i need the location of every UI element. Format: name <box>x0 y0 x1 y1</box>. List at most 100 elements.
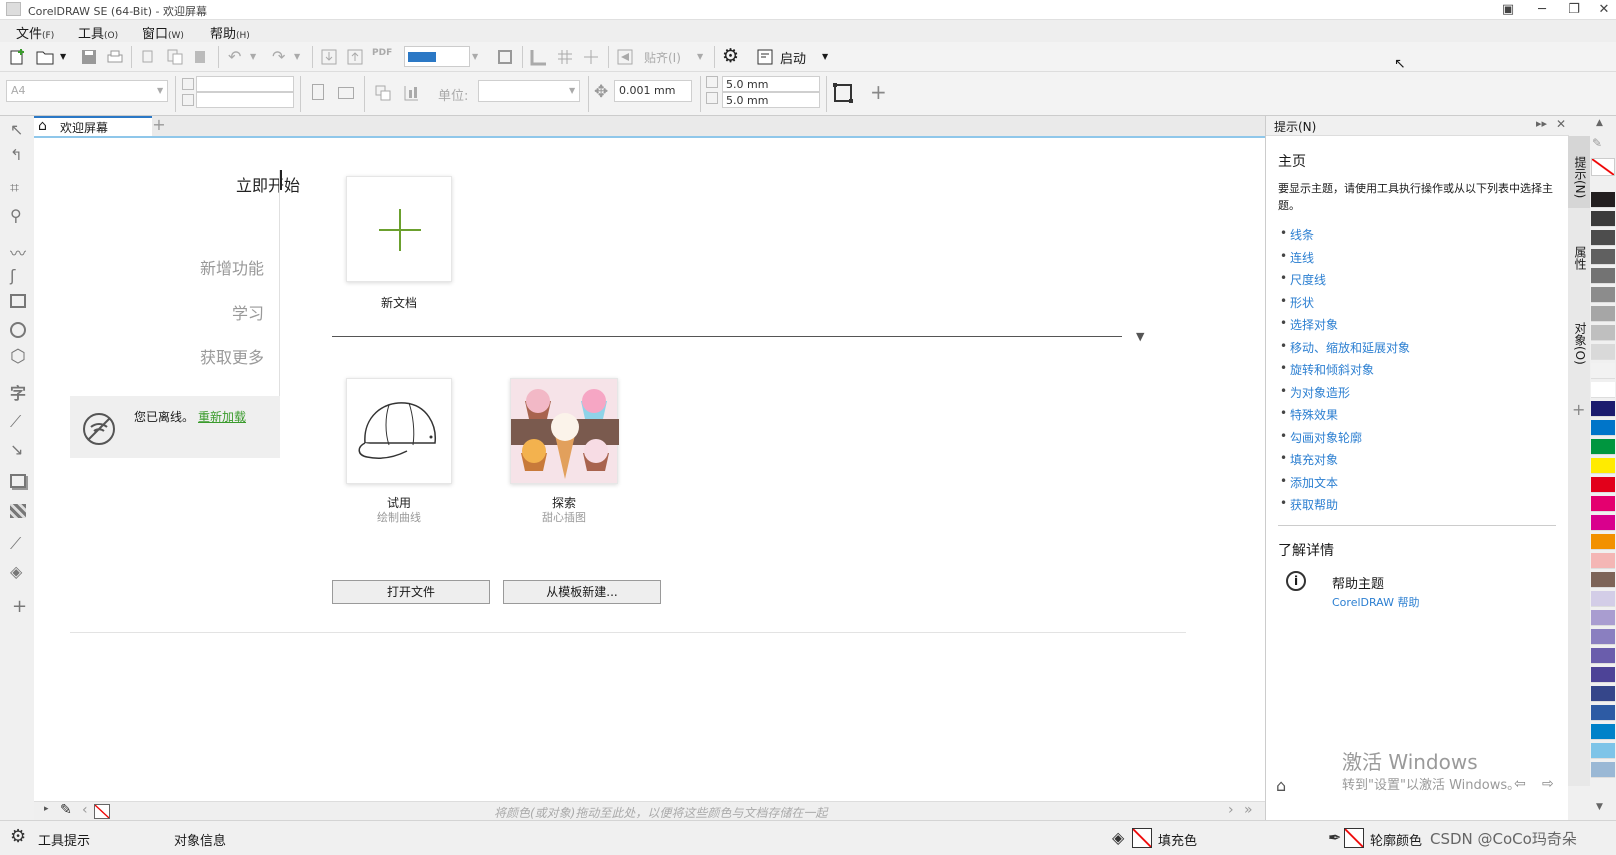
current-page-icon[interactable] <box>402 84 420 102</box>
docker-home-icon[interactable]: ⌂ <box>1276 776 1286 795</box>
rectangle-tool-icon[interactable] <box>10 294 26 308</box>
color-swatch[interactable] <box>1591 363 1615 379</box>
close-button[interactable]: ✕ <box>1588 0 1616 20</box>
show-grid-icon[interactable] <box>556 48 574 66</box>
expand-chevron-icon[interactable]: ▼ <box>1136 330 1144 343</box>
add-tool-icon[interactable]: + <box>12 596 27 617</box>
redo-dropdown-icon[interactable]: ▼ <box>294 52 300 61</box>
color-swatch[interactable] <box>1591 629 1615 645</box>
doc-no-color-swatch[interactable] <box>94 804 110 819</box>
portrait-icon[interactable] <box>312 84 324 100</box>
redo-icon[interactable]: ↷ <box>272 47 285 66</box>
user-icon[interactable]: ▣ <box>1492 0 1524 20</box>
help-link[interactable]: CorelDRAW 帮助 <box>1332 594 1419 610</box>
color-swatch[interactable] <box>1591 572 1615 588</box>
import-icon[interactable] <box>320 48 338 66</box>
outline-color-swatch[interactable] <box>1344 828 1364 848</box>
topic-link[interactable]: 形状 <box>1280 294 1314 311</box>
topic-link[interactable]: 尺度线 <box>1280 271 1326 288</box>
color-swatch[interactable] <box>1591 705 1615 721</box>
palette-scroll-down-icon[interactable]: ▼ <box>1596 802 1603 812</box>
menu-help[interactable]: 帮助(H) <box>210 23 250 42</box>
nav-get-more[interactable]: 获取更多 <box>64 344 264 368</box>
export-icon[interactable] <box>346 48 364 66</box>
tab-welcome-screen[interactable]: ⌂ 欢迎屏幕 <box>34 116 152 136</box>
explore-card[interactable] <box>510 378 619 484</box>
undo-dropdown-icon[interactable]: ▼ <box>250 52 256 61</box>
new-from-template-button[interactable]: 从模板新建... <box>503 580 661 604</box>
color-swatch[interactable] <box>1591 420 1615 436</box>
unit-select[interactable] <box>478 80 580 102</box>
color-swatch[interactable] <box>1591 686 1615 702</box>
color-swatch[interactable] <box>1591 192 1615 208</box>
shape-tool-icon[interactable]: ↰ <box>10 146 23 164</box>
text-tool-icon[interactable]: 字 <box>10 380 26 404</box>
menu-file[interactable]: 文件(F) <box>16 23 54 42</box>
topic-link[interactable]: 填充对象 <box>1280 451 1338 468</box>
color-swatch[interactable] <box>1591 610 1615 626</box>
options-gear-icon[interactable]: ⚙ <box>722 45 739 67</box>
doc-palette-left-icon[interactable]: ‹ <box>82 802 88 818</box>
palette-scroll-up-icon[interactable]: ▲ <box>1596 118 1603 128</box>
palette-expand-icon[interactable]: ▸ <box>44 804 49 814</box>
status-gear-icon[interactable]: ⚙ <box>10 826 26 847</box>
crop-tool-icon[interactable]: ⌗ <box>10 178 19 198</box>
page-width-field[interactable] <box>196 76 294 92</box>
cut-icon[interactable] <box>140 48 158 66</box>
page-size-select[interactable]: A4 <box>6 80 168 102</box>
menu-tools[interactable]: 工具(O) <box>78 23 118 42</box>
color-swatch[interactable] <box>1591 230 1615 246</box>
topic-link[interactable]: 添加文本 <box>1280 474 1338 491</box>
snap-dropdown-icon[interactable]: ▼ <box>697 52 703 61</box>
color-swatch[interactable] <box>1591 401 1615 417</box>
zoom-tool-icon[interactable]: ⚲ <box>10 206 22 225</box>
color-swatch[interactable] <box>1591 743 1615 759</box>
launch-menu[interactable]: 启动 <box>780 48 806 67</box>
doc-palette-eyedropper-icon[interactable]: ✎ <box>60 802 72 818</box>
topic-link[interactable]: 移动、缩放和延展对象 <box>1280 339 1410 356</box>
color-swatch[interactable] <box>1591 553 1615 569</box>
topic-link[interactable]: 选择对象 <box>1280 316 1338 333</box>
fill-tool-icon[interactable]: ◈ <box>10 562 22 581</box>
show-guidelines-icon[interactable] <box>582 48 600 66</box>
color-swatch[interactable] <box>1591 591 1615 607</box>
new-document-icon[interactable] <box>9 48 27 66</box>
transparency-tool-icon[interactable] <box>10 504 26 518</box>
dimension-tool-icon[interactable]: ⟋ <box>10 412 21 432</box>
unit-dropdown-icon[interactable]: ▼ <box>569 86 575 95</box>
full-screen-icon[interactable] <box>496 48 514 66</box>
duplicate-y-field[interactable]: 5.0 mm <box>722 92 820 108</box>
connector-tool-icon[interactable]: ↘ <box>10 440 23 459</box>
color-swatch[interactable] <box>1591 325 1615 341</box>
minimize-button[interactable]: ─ <box>1526 0 1558 20</box>
color-swatch[interactable] <box>1591 382 1615 398</box>
color-swatch[interactable] <box>1591 287 1615 303</box>
add-toolbar-item-icon[interactable]: + <box>870 80 887 104</box>
topic-link[interactable]: 线条 <box>1280 226 1314 243</box>
color-swatch[interactable] <box>1591 458 1615 474</box>
print-icon[interactable] <box>106 48 124 66</box>
duplicate-x-field[interactable]: 5.0 mm <box>722 76 820 92</box>
copy-icon[interactable] <box>166 48 184 66</box>
topic-link[interactable]: 勾画对象轮廓 <box>1280 429 1362 446</box>
landscape-icon[interactable] <box>338 87 354 99</box>
color-swatch[interactable] <box>1591 211 1615 227</box>
snap-to-menu[interactable]: 贴齐(I) <box>644 49 681 66</box>
color-swatch[interactable] <box>1591 477 1615 493</box>
menu-window[interactable]: 窗口(W) <box>142 23 184 42</box>
topic-link[interactable]: 连线 <box>1280 249 1314 266</box>
doc-palette-right-icon[interactable]: › <box>1228 802 1234 818</box>
publish-pdf-icon[interactable]: PDF <box>372 48 392 58</box>
nudge-distance-field[interactable]: 0.001 mm <box>614 80 692 102</box>
tab-objects[interactable]: 对象(O) <box>1568 298 1590 374</box>
all-pages-icon[interactable] <box>374 84 392 102</box>
zoom-level-field[interactable] <box>404 46 470 67</box>
open-dropdown-icon[interactable]: ▼ <box>60 52 66 61</box>
undo-icon[interactable]: ↶ <box>228 47 241 66</box>
color-swatch[interactable] <box>1591 515 1615 531</box>
page-height-field[interactable] <box>196 92 294 108</box>
tab-hints[interactable]: 提示(N) <box>1568 136 1590 208</box>
restore-button[interactable]: ❐ <box>1558 0 1590 20</box>
eyedropper-tool-icon[interactable]: ⟋ <box>10 534 21 554</box>
add-tab-button[interactable]: + <box>150 115 168 134</box>
